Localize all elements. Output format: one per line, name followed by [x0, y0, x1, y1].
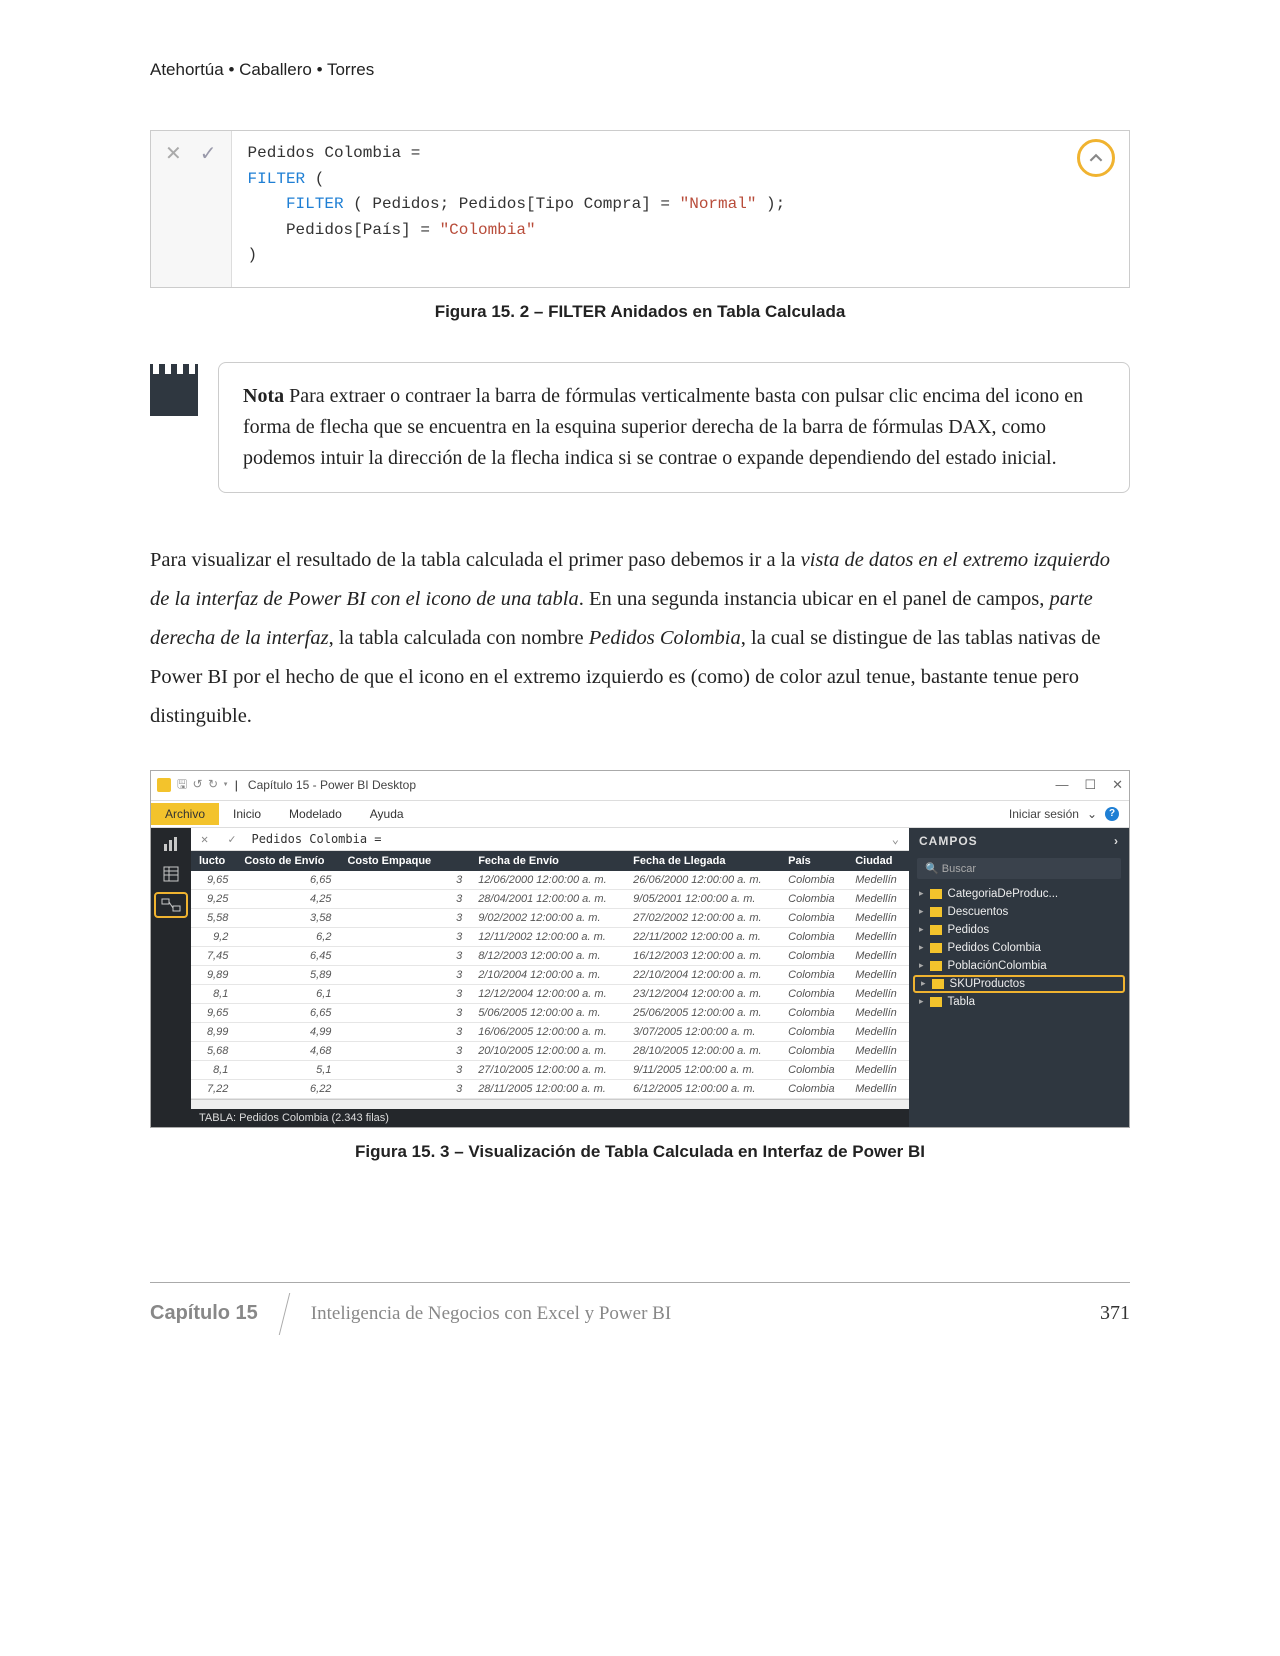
window-title: Capítulo 15 - Power BI Desktop [248, 778, 416, 792]
report-view-icon[interactable] [159, 832, 183, 856]
note-callout: Nota Para extraer o contraer la barra de… [150, 362, 1130, 493]
close-icon[interactable]: ✕ [1112, 777, 1123, 793]
table-row[interactable]: 9,656,65312/06/2000 12:00:00 a. m.26/06/… [191, 871, 909, 890]
cancel-small-icon[interactable]: ✕ [191, 828, 218, 850]
note-text: Para extraer o contraer la barra de fórm… [243, 385, 1083, 469]
chevron-right-icon[interactable]: › [1114, 834, 1119, 848]
column-header[interactable]: lucto [191, 851, 236, 871]
page-footer: Capítulo 15 Inteligencia de Negocios con… [150, 1282, 1130, 1335]
authors-line: Atehortúa • Caballero • Torres [150, 60, 1130, 80]
tab-ayuda[interactable]: Ayuda [356, 803, 418, 825]
signin-link[interactable]: Iniciar sesión [1009, 807, 1079, 821]
figure-15-3-caption: Figura 15. 3 – Visualización de Tabla Ca… [150, 1142, 1130, 1162]
field-item[interactable]: ▸PoblaciónColombia [909, 957, 1129, 975]
book-title: Inteligencia de Negocios con Excel y Pow… [311, 1303, 671, 1325]
field-item[interactable]: ▸Descuentos [909, 903, 1129, 921]
notebook-icon [150, 364, 198, 416]
powerbi-logo-icon [157, 778, 171, 792]
tab-modelado[interactable]: Modelado [275, 803, 356, 825]
chevron-down-icon[interactable]: ⌄ [1087, 807, 1097, 821]
accept-icon: ✓ [200, 141, 217, 166]
chapter-label: Capítulo 15 [150, 1302, 284, 1325]
note-label: Nota [243, 385, 284, 407]
column-header[interactable] [446, 851, 470, 871]
chevron-down-icon[interactable]: ⌄ [882, 828, 909, 850]
table-row[interactable]: 7,456,4538/12/2003 12:00:00 a. m.16/12/2… [191, 946, 909, 965]
column-header[interactable]: Ciudad [847, 851, 909, 871]
page-number: 371 [1100, 1302, 1130, 1325]
horizontal-scrollbar[interactable] [191, 1099, 909, 1109]
data-view-icon[interactable] [159, 862, 183, 886]
column-header[interactable]: País [780, 851, 847, 871]
data-table: luctoCosto de EnvíoCosto Empaque Fecha de… [191, 851, 909, 1099]
maximize-icon[interactable]: ☐ [1084, 777, 1096, 793]
field-item[interactable]: ▸Tabla [909, 993, 1129, 1011]
table-row[interactable]: 9,254,25328/04/2001 12:00:00 a. m.9/05/2… [191, 889, 909, 908]
column-header[interactable]: Costo de Envío [236, 851, 339, 871]
help-icon[interactable]: ? [1105, 807, 1119, 821]
column-header[interactable]: Costo Empaque [339, 851, 446, 871]
field-item[interactable]: ▸Pedidos Colombia [909, 939, 1129, 957]
table-row[interactable]: 9,895,8932/10/2004 12:00:00 a. m.22/10/2… [191, 965, 909, 984]
chevron-up-icon [1089, 151, 1103, 165]
cancel-icon: ✕ [165, 141, 182, 166]
field-item[interactable]: ▸Pedidos [909, 921, 1129, 939]
tab-archivo[interactable]: Archivo [151, 803, 219, 825]
formula-bar-text[interactable]: Pedidos Colombia = [245, 828, 881, 850]
table-row[interactable]: 8,994,99316/06/2005 12:00:00 a. m.3/07/2… [191, 1022, 909, 1041]
column-header[interactable]: Fecha de Llegada [625, 851, 780, 871]
table-row[interactable]: 9,26,2312/11/2002 12:00:00 a. m.22/11/20… [191, 927, 909, 946]
accept-small-icon[interactable]: ✓ [218, 828, 245, 850]
quick-access-toolbar[interactable]: 🖫 ↺ ↻ ▾ [177, 775, 229, 796]
body-paragraph: Para visualizar el resultado de la tabla… [150, 541, 1130, 736]
minimize-icon[interactable]: — [1055, 777, 1068, 793]
model-view-icon[interactable] [154, 892, 188, 918]
table-row[interactable]: 8,16,1312/12/2004 12:00:00 a. m.23/12/20… [191, 984, 909, 1003]
figure-15-2-caption: Figura 15. 2 – FILTER Anidados en Tabla … [150, 302, 1130, 322]
table-row[interactable]: 5,583,5839/02/2002 12:00:00 a. m.27/02/2… [191, 908, 909, 927]
field-item[interactable]: ▸SKUProductos [913, 975, 1125, 993]
column-header[interactable]: Fecha de Envío [470, 851, 625, 871]
fields-panel-title: CAMPOS [919, 834, 978, 848]
dax-formula-bar: ✕ ✓ Pedidos Colombia = FILTER ( FILTER (… [150, 130, 1130, 288]
field-item[interactable]: ▸CategoriaDeProduc... [909, 885, 1129, 903]
table-row[interactable]: 8,15,1327/10/2005 12:00:00 a. m.9/11/200… [191, 1060, 909, 1079]
powerbi-screenshot: 🖫 ↺ ↻ ▾ | Capítulo 15 - Power BI Desktop… [150, 770, 1130, 1128]
tab-inicio[interactable]: Inicio [219, 803, 275, 825]
status-bar-text: TABLA: Pedidos Colombia (2.343 filas) [191, 1109, 909, 1127]
fields-search-input[interactable]: 🔍 Buscar [917, 858, 1121, 879]
dax-code: Pedidos Colombia = FILTER ( FILTER ( Ped… [231, 131, 1129, 287]
collapse-toggle-highlight [1077, 139, 1115, 177]
table-row[interactable]: 9,656,6535/06/2005 12:00:00 a. m.25/06/2… [191, 1003, 909, 1022]
table-row[interactable]: 5,684,68320/10/2005 12:00:00 a. m.28/10/… [191, 1041, 909, 1060]
table-row[interactable]: 7,226,22328/11/2005 12:00:00 a. m.6/12/2… [191, 1079, 909, 1098]
